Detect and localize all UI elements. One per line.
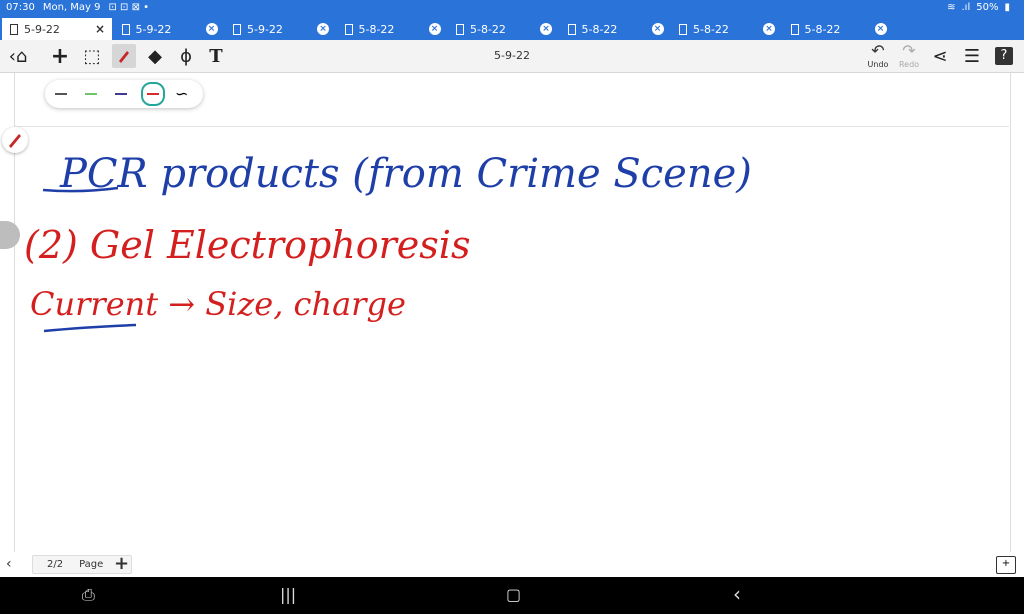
page-count: 2/2 [47, 559, 64, 570]
system-navbar: ⎙ ||| ▢ ‹ [0, 577, 1024, 614]
prev-page-icon[interactable]: ‹ [6, 556, 12, 572]
screenshot-icon[interactable]: ⎙ [82, 585, 95, 605]
back-nav-icon[interactable]: ‹ [733, 582, 741, 606]
page-navigator: ‹ 2/2 Page + + [0, 552, 1024, 577]
page-label: Page [79, 559, 104, 570]
note-line-1: PCR products (from Crime Scene) [59, 151, 752, 197]
recents-icon[interactable]: ||| [280, 585, 296, 604]
handwriting-layer: PCR products (from Crime Scene) (2) Gel … [24, 151, 752, 333]
add-page-icon[interactable]: + [114, 553, 129, 574]
underline-3 [43, 323, 137, 333]
note-line-2: (2) Gel Electrophoresis [24, 223, 470, 267]
home-icon[interactable]: ▢ [506, 585, 521, 604]
note-line-3: Current → Size, charge [30, 285, 406, 323]
fit-page-icon[interactable]: + [996, 556, 1016, 574]
